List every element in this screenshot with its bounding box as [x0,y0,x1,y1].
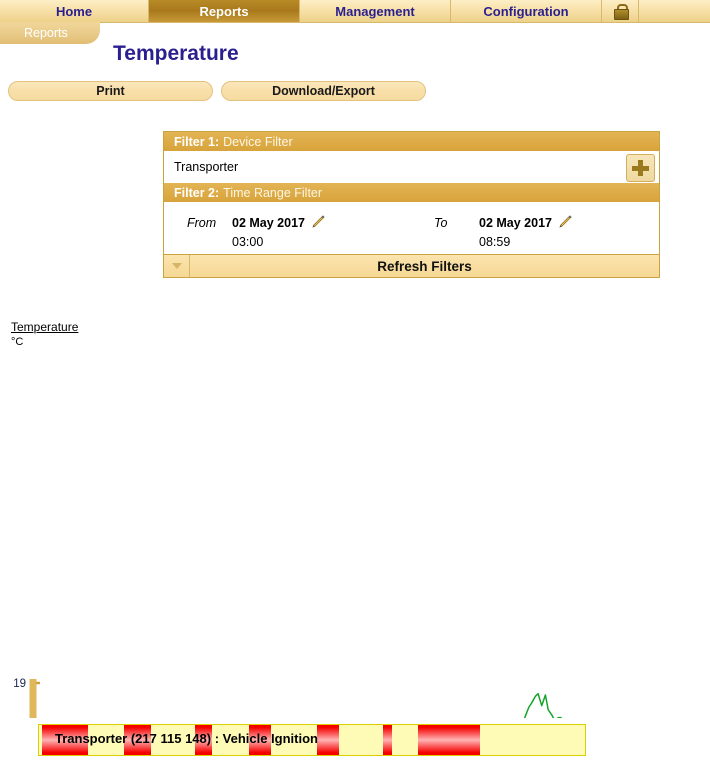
download-export-button-label: Download/Export [272,84,375,98]
nav-tab-logout[interactable] [602,0,639,22]
page-title: Temperature [113,42,239,65]
from-time-value[interactable]: 03:00 [232,235,263,249]
nav-tab-list: Home Reports Management Configuration [0,0,710,22]
ignition-on-segment [317,725,340,755]
device-filter-value: Transporter [174,160,239,174]
breadcrumb-label: Reports [24,26,68,40]
filter2-title: Time Range Filter [223,185,323,200]
from-label: From [187,216,217,230]
refresh-filters-row[interactable]: Refresh Filters [164,254,659,277]
ignition-on-segment [418,725,480,755]
plus-icon[interactable] [626,154,655,182]
device-filter-value-row[interactable]: Transporter [164,151,659,183]
to-label: To [434,216,448,230]
nav-tab-home-label: Home [55,3,93,19]
nav-tab-reports-label: Reports [199,3,249,19]
filter1-title: Device Filter [223,134,293,149]
nav-filler [639,0,710,22]
refresh-filters-label: Refresh Filters [377,258,472,274]
nav-tab-management-label: Management [335,3,415,19]
top-navigation-bar: Home Reports Management Configuration [0,0,710,23]
lock-icon [613,4,629,20]
filter1-prefix: Filter 1: [174,134,220,149]
print-button-label: Print [96,84,125,98]
to-date-value[interactable]: 02 May 2017 [479,216,552,230]
chevron-down-icon[interactable] [164,255,190,277]
download-export-button[interactable]: Download/Export [221,81,426,101]
nav-tab-management[interactable]: Management [300,0,451,22]
ignition-on-segment [382,725,392,755]
vehicle-ignition-label: Transporter (217 115 148) : Vehicle Igni… [55,731,318,746]
nav-tab-configuration-label: Configuration [483,3,569,19]
temperature-chart: Temperature °C 19161310741-2-404:0005:00… [0,318,710,718]
svg-text:19: 19 [13,678,26,690]
filter1-header: Filter 1: Device Filter [164,132,659,151]
pencil-icon-from[interactable] [312,215,325,228]
filter-panel: Filter 1: Device Filter Transporter Filt… [163,131,660,278]
filter2-header: Filter 2: Time Range Filter [164,183,659,202]
print-button[interactable]: Print [8,81,213,101]
nav-tab-configuration[interactable]: Configuration [451,0,602,22]
filter2-prefix: Filter 2: [174,185,220,200]
breadcrumb[interactable]: Reports [0,22,100,44]
to-time-value[interactable]: 08:59 [479,235,510,249]
nav-tab-reports[interactable]: Reports [149,0,300,22]
from-date-value[interactable]: 02 May 2017 [232,216,305,230]
chart-plot-area: 19161310741-2-404:0005:0006:0002/05/2017… [13,678,563,718]
nav-tab-home[interactable]: Home [0,0,149,22]
pencil-icon-to[interactable] [559,215,572,228]
filter2-body: From 02 May 2017 03:00 To 02 May 2017 08… [164,202,659,254]
filter1-body: Transporter [164,151,659,183]
